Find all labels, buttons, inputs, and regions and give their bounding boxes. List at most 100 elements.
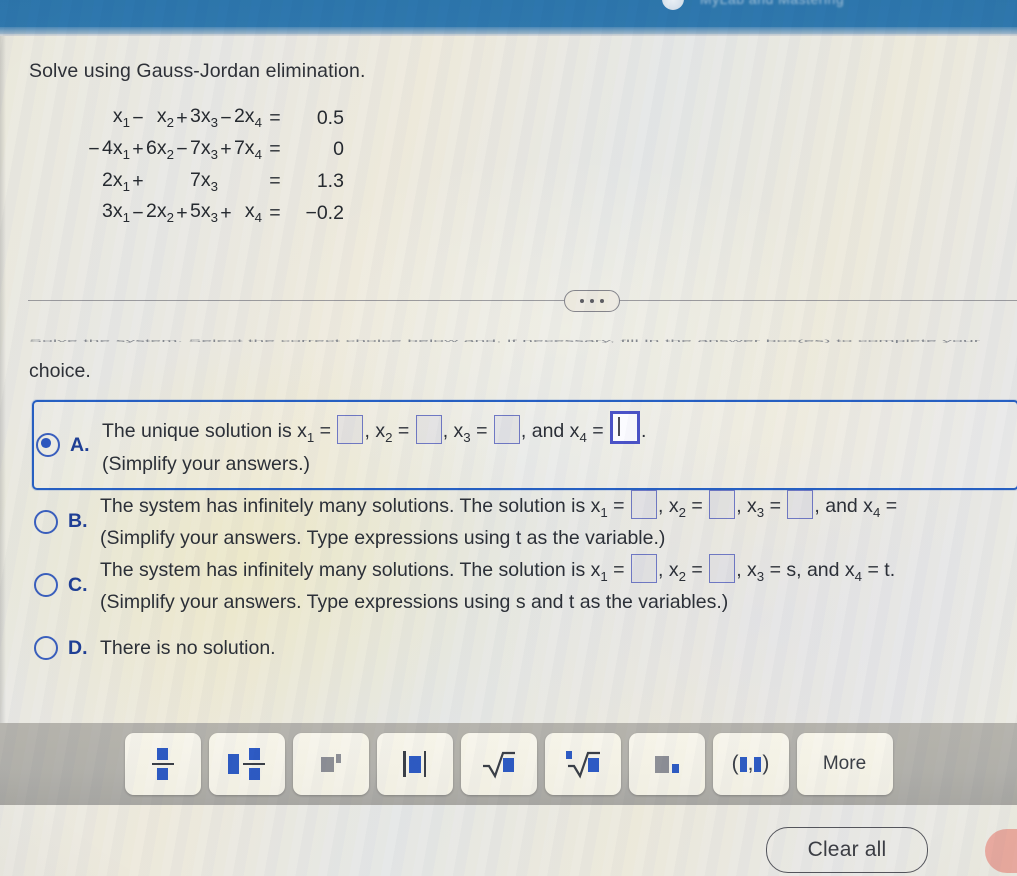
footer-bar: Clear all [0,805,1017,876]
equation-rhs: 1.3 [316,170,344,193]
nth-root-button[interactable] [544,733,621,795]
answer-input-box-2[interactable] [415,415,442,445]
equation-row: 2x1 + 7x3 = 1.3 [86,166,344,198]
equation-operator: + [176,202,188,225]
choice-text-fragment: , and x4 = [814,495,898,520]
choice-text-fragment: , x2 = [657,558,709,584]
equation-row: x1− x2 +3x3−2x4 = 0.5 [86,102,344,134]
answer-choice-list: A. The unique solution is x1 = , x2 = , x… [0,400,1017,679]
equals-sign: = [269,138,281,161]
answer-input-box-3[interactable] [787,490,814,519]
equation-operator [86,166,102,198]
square-root-button[interactable] [460,733,537,795]
instruction-text: Solve the system. Select the correct cho… [29,330,1017,383]
clear-all-label: Clear all [807,838,887,861]
choice-line-2: (Simplify your answers.) [102,452,311,475]
equals-sign: = [269,170,281,193]
equation-rhs: −0.2 [305,202,344,225]
choice-text-fragment: , x3 = [736,495,787,520]
fraction-icon [151,747,174,781]
choice-text-fragment: The system has infinitely many solutions… [100,558,630,584]
choice-line-1: There is no solution. [100,637,276,659]
choice-text-fragment: , and x4 = [520,420,610,446]
choice-text-fragment: , x3 = [442,420,493,446]
equation-term: x4 [244,200,262,226]
equation-operator: − [132,202,144,225]
answer-input-box-2[interactable] [709,490,736,519]
fraction-button[interactable] [124,733,201,795]
answer-choice-c[interactable]: C. The system has infinitely many solutio… [0,553,1017,618]
radio-button-c[interactable] [34,573,58,598]
subscript-button[interactable] [628,733,705,795]
more-button-label: More [822,753,867,774]
app-title: MyLab and Mastering [700,0,844,7]
equation-rhs: 0.5 [316,106,344,129]
equation-operator [86,102,102,134]
square-root-icon [481,749,517,779]
choice-text: There is no solution. [100,633,276,663]
choice-text-fragment: The system has infinitely many solutions… [100,495,630,520]
equation-term: 7x3 [189,168,218,194]
choice-text: The system has infinitely many solutions… [100,553,895,618]
absolute-value-button[interactable] [376,733,453,795]
ordered-pair-button[interactable]: (,) [712,733,789,795]
answer-input-box-1[interactable] [337,415,364,445]
choice-line-1: The system has infinitely many solutions… [100,490,898,520]
equation-term: 2x2 [145,200,174,226]
next-action-button[interactable] [985,829,1017,873]
answer-input-box-1[interactable] [630,553,657,583]
answer-input-box-2[interactable] [709,553,736,583]
equation-operator: + [176,106,188,129]
equation-operator [218,166,234,198]
choice-text-fragment: . [641,420,647,443]
equation-operator: + [220,138,232,161]
clear-all-button[interactable]: Clear all [766,827,928,873]
choice-line-1: The unique solution is x1 = , x2 = , x3 … [102,411,647,446]
section-divider [28,290,1017,312]
subscript-icon [654,755,679,773]
answer-input-box-1[interactable] [630,490,657,519]
answer-choice-d[interactable]: D. There is no solution. [0,617,1017,679]
equation-term: 7x3 [189,136,218,162]
choice-line-2: (Simplify your answers. Type expressions… [100,591,729,614]
equation-term [234,166,262,198]
choice-text-fragment: , x2 = [364,420,415,446]
equation-operator: − [132,106,144,129]
equals-sign: = [269,106,281,129]
equation-term: 4x1 [102,136,130,162]
equation-operator: + [132,138,144,161]
equation-operator: + [220,202,232,225]
math-palette-toolbar: (,) More [0,723,1017,805]
divider-rule [28,300,1017,302]
equation-term: 5x3 [189,200,218,226]
exponent-button[interactable] [292,733,369,795]
answer-choice-b[interactable]: B. The system has infinitely many solutio… [0,490,1017,554]
equation-term: 3x1 [102,200,130,226]
equation-term: 3x3 [189,105,218,130]
equation-term: 2x1 [102,168,130,194]
equation-term: x2 [156,105,174,130]
ellipsis-dot-icon [590,299,594,303]
radio-button-a[interactable] [36,433,60,457]
instruction-blurred-line: Solve the system. Select the correct cho… [29,338,981,344]
answer-input-box-3[interactable] [493,415,520,445]
nth-root-icon [564,749,602,779]
app-circle-icon [662,0,684,10]
more-options-ellipsis-button[interactable] [564,290,620,312]
choice-text: The system has infinitely many solutions… [100,490,897,554]
problem-prompt: Solve using Gauss-Jordan elimination. [29,60,366,82]
answer-choice-a[interactable]: A. The unique solution is x1 = , x2 = , x… [32,400,1017,490]
radio-button-b[interactable] [34,509,58,534]
choice-line-2: (Simplify your answers. Type expressions… [100,527,666,550]
more-button[interactable]: More [796,733,893,795]
topbar-sheen [0,27,1017,36]
problem-screen: MyLab and Mastering Solve using Gauss-Jo… [0,0,1017,876]
equation-rhs: 0 [333,138,344,161]
mixed-number-button[interactable] [208,733,285,795]
choice-letter: D. [68,636,88,659]
radio-button-d[interactable] [34,636,58,661]
answer-input-box-4[interactable] [610,411,641,445]
equation-term: x1 [112,105,130,130]
equation-operator: − [220,106,232,129]
equation-table: x1− x2 +3x3−2x4 = 0.5−4x1 +6x2−7x3 +7x4 = 0 2x1 + … [86,102,344,229]
